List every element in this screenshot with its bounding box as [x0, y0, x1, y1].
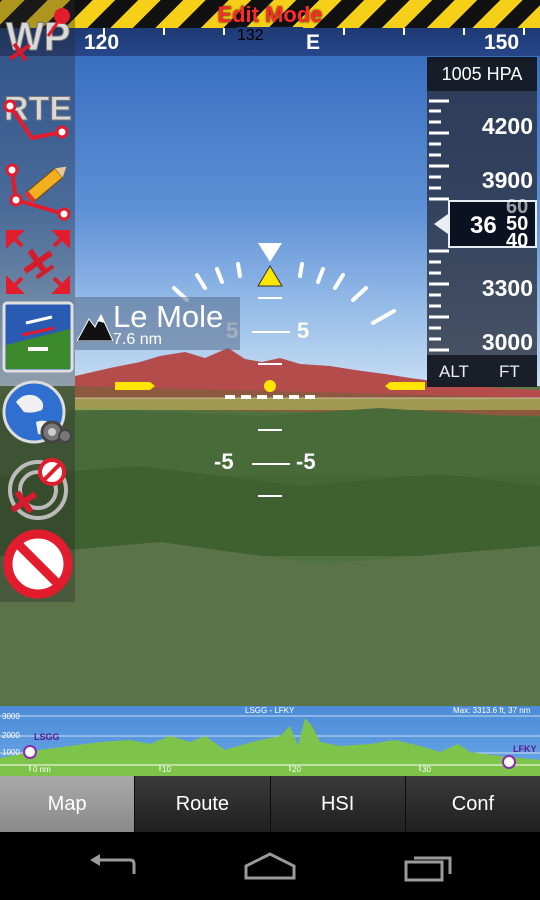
profile-route: LSGG - LFKY	[245, 706, 295, 715]
route-draw-icon[interactable]	[2, 152, 74, 224]
profile-y-1000: 1000	[2, 748, 20, 757]
prohibited-icon[interactable]	[2, 528, 74, 600]
current-altitude-box: 36 60 50 40	[434, 196, 537, 252]
alt-label-3300: 3300	[481, 275, 533, 301]
system-navigation-bar	[0, 832, 540, 900]
poi-name: Le Mole	[113, 299, 224, 334]
current-heading-value: 132	[237, 27, 264, 44]
altitude-units: ALT FT	[427, 355, 537, 387]
globe-settings-icon[interactable]	[2, 378, 74, 450]
heading-cardinal: E	[306, 31, 321, 54]
back-icon[interactable]	[82, 852, 142, 882]
heading-label-left: 120	[84, 31, 120, 54]
mountain-icon	[77, 313, 113, 341]
pitch-label-lower-right: -5	[296, 449, 316, 474]
synthetic-vision-icon[interactable]	[2, 301, 74, 373]
heading-label-right: 150	[484, 31, 520, 54]
profile-x-30: 30	[422, 765, 431, 774]
tab-hsi[interactable]: HSI	[269, 776, 405, 832]
current-altitude-main: 36	[470, 212, 497, 239]
zoom-plane-icon[interactable]	[2, 226, 74, 298]
poi-distance: 7.6 nm	[113, 331, 162, 348]
route-edit-icon[interactable]: RTE	[2, 76, 74, 148]
tab-map[interactable]: Map	[0, 776, 135, 832]
profile-x-0: 0 nm	[33, 765, 51, 774]
edit-mode-label: Edit Mode	[217, 2, 323, 27]
left-toolbar: WP RTE	[0, 0, 75, 602]
ft-unit-label: FT	[499, 362, 520, 381]
profile-to: LFKY	[513, 744, 537, 754]
profile-max: Max: 3313.6 ft, 37 nm	[453, 706, 531, 715]
edit-mode-banner: Edit Mode	[0, 0, 540, 28]
pitch-label-lower-left: -5	[214, 449, 234, 474]
recent-apps-icon[interactable]	[398, 852, 458, 882]
tab-route[interactable]: Route	[134, 776, 270, 832]
waypoint-edit-icon[interactable]: WP	[2, 2, 74, 74]
profile-from: LSGG	[34, 732, 60, 742]
alt-unit-label: ALT	[439, 362, 469, 381]
tab-conf[interactable]: Conf	[404, 776, 540, 832]
alt-label-3000: 3000	[481, 329, 533, 355]
elevation-profile[interactable]: LSGG - LFKY Max: 3313.6 ft, 37 nm 3000 2…	[0, 706, 540, 776]
bottom-tabs: Map Route HSI Conf	[0, 776, 540, 832]
alt-label-4200: 4200	[481, 113, 533, 139]
home-icon[interactable]	[240, 852, 300, 882]
profile-x-10: 10	[162, 765, 171, 774]
altitude-roller: 60 50 40	[506, 196, 529, 252]
poi-label[interactable]: Le Mole 7.6 nm	[75, 297, 240, 350]
current-heading-box: 132	[237, 27, 303, 56]
no-target-icon[interactable]	[2, 454, 74, 526]
pitch-label-upper-right: 5	[297, 318, 310, 343]
alt-label-3900: 3900	[481, 167, 533, 193]
profile-y-3000: 3000	[2, 712, 20, 721]
profile-x-20: 20	[292, 765, 301, 774]
profile-y-2000: 2000	[2, 731, 20, 740]
pressure-setting[interactable]: 1005 HPA	[427, 57, 537, 91]
